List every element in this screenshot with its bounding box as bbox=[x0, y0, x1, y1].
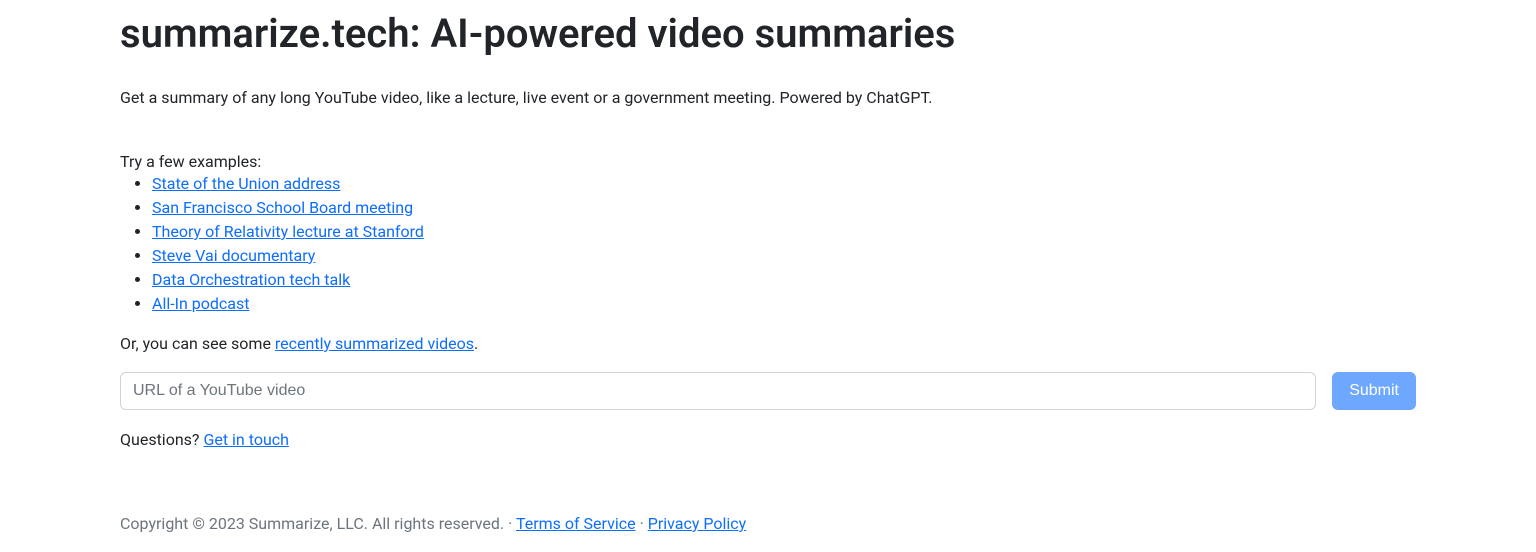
example-link-state-of-union[interactable]: State of the Union address bbox=[152, 174, 340, 193]
footer-sep: · bbox=[504, 514, 516, 533]
list-item: All-In podcast bbox=[152, 292, 1416, 316]
example-link-relativity-lecture[interactable]: Theory of Relativity lecture at Stanford bbox=[152, 222, 424, 241]
url-input[interactable] bbox=[120, 372, 1316, 410]
recent-prompt: Or, you can see some recently summarized… bbox=[120, 332, 1416, 356]
contact-link[interactable]: Get in touch bbox=[203, 430, 289, 449]
examples-list: State of the Union address San Francisco… bbox=[120, 172, 1416, 316]
example-link-steve-vai[interactable]: Steve Vai documentary bbox=[152, 246, 315, 265]
privacy-link[interactable]: Privacy Policy bbox=[648, 514, 747, 533]
example-link-data-orchestration[interactable]: Data Orchestration tech talk bbox=[152, 270, 350, 289]
intro-text: Get a summary of any long YouTube video,… bbox=[120, 86, 1416, 110]
tos-link[interactable]: Terms of Service bbox=[516, 514, 636, 533]
submit-button[interactable]: Submit bbox=[1332, 372, 1416, 410]
example-link-sf-school-board[interactable]: San Francisco School Board meeting bbox=[152, 198, 413, 217]
copyright-text: Copyright © 2023 Summarize, LLC. All rig… bbox=[120, 514, 504, 533]
list-item: Steve Vai documentary bbox=[152, 244, 1416, 268]
list-item: State of the Union address bbox=[152, 172, 1416, 196]
contact-prefix: Questions? bbox=[120, 430, 203, 449]
list-item: Theory of Relativity lecture at Stanford bbox=[152, 220, 1416, 244]
list-item: San Francisco School Board meeting bbox=[152, 196, 1416, 220]
recent-suffix: . bbox=[474, 334, 478, 353]
list-item: Data Orchestration tech talk bbox=[152, 268, 1416, 292]
page-title: summarize.tech: AI-powered video summari… bbox=[120, 10, 1416, 58]
footer: Copyright © 2023 Summarize, LLC. All rig… bbox=[120, 512, 1416, 536]
recent-link[interactable]: recently summarized videos bbox=[275, 334, 474, 353]
examples-prompt: Try a few examples: bbox=[120, 150, 1416, 174]
footer-sep: · bbox=[636, 514, 648, 533]
recent-prefix: Or, you can see some bbox=[120, 334, 275, 353]
contact-prompt: Questions? Get in touch bbox=[120, 428, 1416, 452]
url-form: Submit bbox=[120, 372, 1416, 410]
example-link-all-in-podcast[interactable]: All-In podcast bbox=[152, 294, 250, 313]
